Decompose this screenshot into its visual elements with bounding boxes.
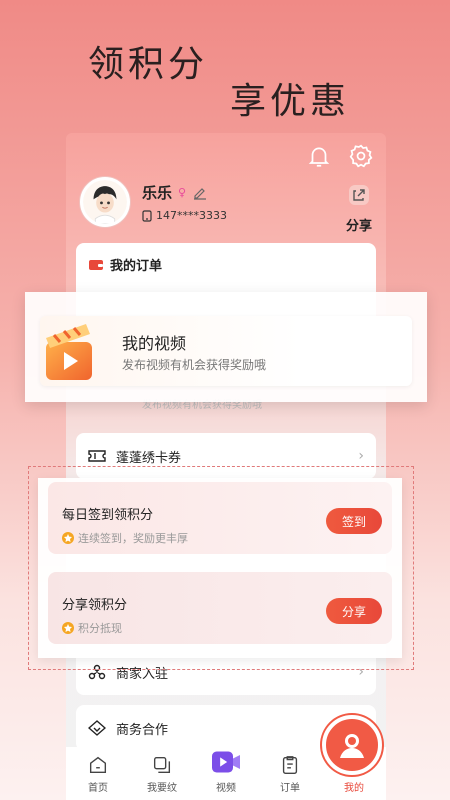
- chevron-right-icon: ›: [358, 448, 364, 464]
- copy-icon: [153, 756, 171, 774]
- tab-home-label: 首页: [88, 783, 108, 794]
- share-points-card: 分享领积分 积分抵现 分享: [48, 572, 392, 644]
- my-videos-title: 我的视频: [122, 334, 187, 353]
- share-label: 分享: [345, 219, 372, 234]
- phone-icon: [142, 209, 152, 222]
- hero-line-1: 领积分: [88, 44, 209, 85]
- edit-icon[interactable]: [192, 185, 208, 201]
- share-points-subtitle: 积分抵现: [78, 622, 122, 635]
- bell-icon[interactable]: [306, 143, 332, 169]
- share-icon: [348, 185, 369, 205]
- tab-home[interactable]: 首页: [70, 754, 126, 794]
- points-overlay: 每日签到领积分 连续签到，奖励更丰厚 签到 分享领积分 积分抵现 分享: [38, 478, 402, 658]
- avatar[interactable]: [80, 177, 130, 227]
- clipboard-icon: [282, 756, 298, 774]
- orders-title: 我的订单: [110, 259, 163, 274]
- tab-orders-label: 订单: [280, 783, 300, 794]
- profile-phone: 147****3333: [156, 209, 227, 222]
- tab-tattoo-label: 我要纹: [147, 783, 177, 794]
- my-videos-subtitle: 发布视频有机会获得奖励哦: [122, 358, 267, 372]
- top-icons: [306, 143, 374, 169]
- my-videos-card[interactable]: 我的视频 发布视频有机会获得奖励哦: [40, 316, 412, 386]
- share-points-button[interactable]: 分享: [326, 598, 382, 624]
- user-icon: [340, 734, 364, 758]
- mine-fab[interactable]: [322, 715, 382, 775]
- coin-icon: [62, 622, 74, 634]
- checkin-subtitle: 连续签到，奖励更丰厚: [78, 532, 188, 545]
- clapperboard-icon: [46, 324, 92, 380]
- tab-video-label: 视频: [216, 783, 236, 794]
- female-icon: ♀: [178, 186, 187, 199]
- hero-line-2: 享优惠: [230, 81, 351, 122]
- wallet-icon: [89, 259, 103, 270]
- video-camera-icon: [212, 751, 240, 773]
- video-card-overlay: 我的视频 发布视频有机会获得奖励哦: [25, 292, 427, 402]
- share-button[interactable]: 分享: [346, 183, 372, 234]
- tab-orders[interactable]: 订单: [262, 754, 318, 794]
- coin-icon: [62, 532, 74, 544]
- profile-section: 乐乐 ♀ 147****3333: [80, 177, 227, 227]
- tab-mine-label: 我的: [344, 783, 364, 794]
- tab-tattoo[interactable]: 我要纹: [134, 754, 190, 794]
- handshake-icon: [88, 720, 106, 736]
- checkin-title: 每日签到领积分: [62, 508, 154, 523]
- daily-checkin-card: 每日签到领积分 连续签到，奖励更丰厚 签到: [48, 482, 392, 554]
- home-icon: [89, 756, 107, 774]
- checkin-button[interactable]: 签到: [326, 508, 382, 534]
- share-points-title: 分享领积分: [62, 598, 128, 613]
- voucher-label: 蓬蓬绣卡券: [116, 450, 182, 466]
- ticket-icon: [88, 450, 106, 462]
- profile-name: 乐乐: [142, 184, 173, 202]
- gear-icon[interactable]: [348, 143, 374, 169]
- tab-video[interactable]: 视频: [198, 748, 254, 794]
